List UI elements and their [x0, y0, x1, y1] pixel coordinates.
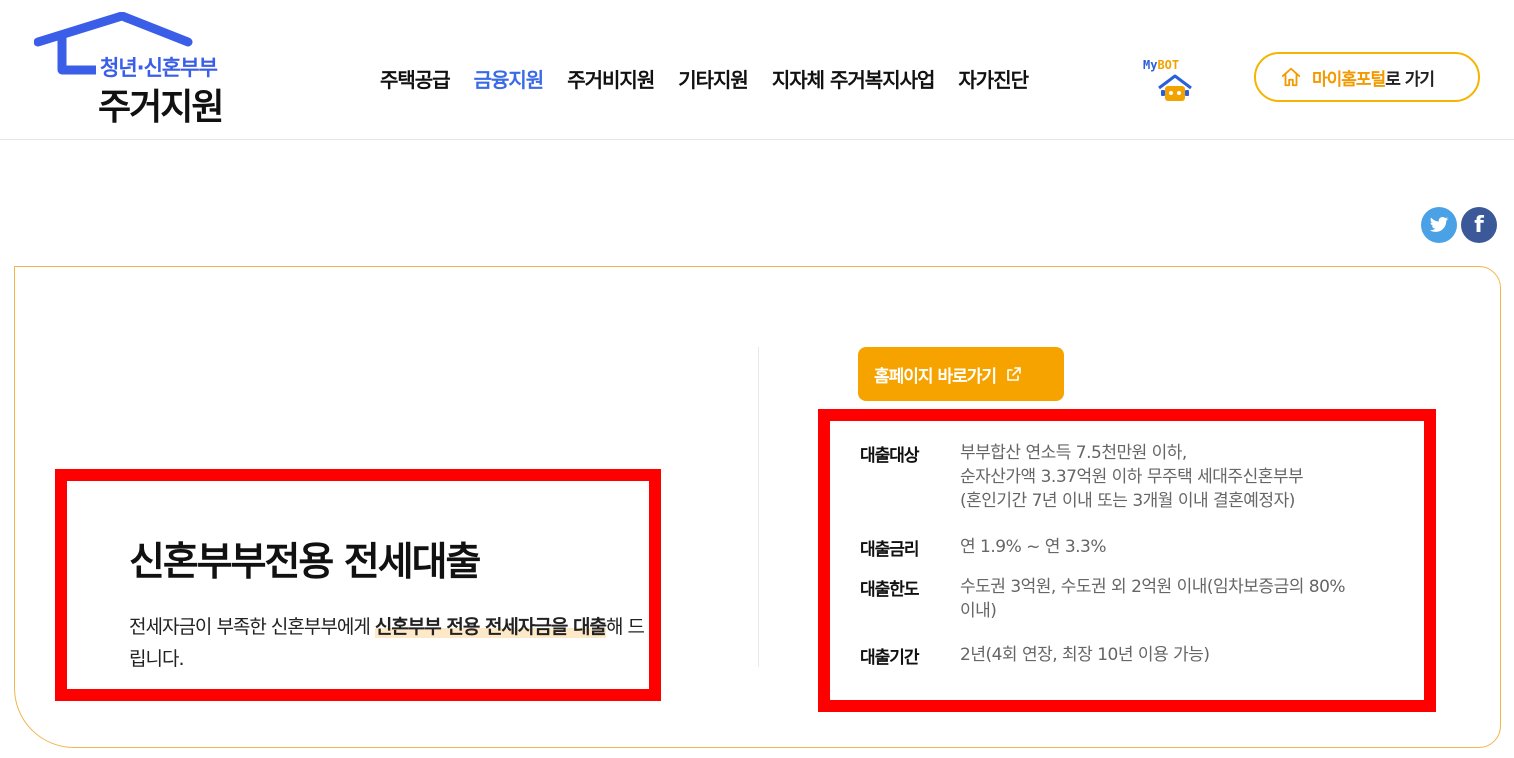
twitter-icon [1429, 217, 1449, 232]
nav-item-housing-cost-support[interactable]: 주거비지원 [567, 64, 655, 93]
info-row-period: 대출기간 2년(4회 연장, 최장 10년 이용 가능) [860, 643, 1410, 668]
info-value: 연 1.9% ~ 연 3.3% [960, 535, 1410, 560]
info-line: 2년(4회 연장, 최장 10년 이용 가능) [960, 645, 1210, 665]
product-description: 전세자금이 부족한 신혼부부에게 신혼부부 전용 전세자금을 대출해 드립니다. [129, 611, 659, 675]
myhome-portal-button[interactable]: 마이홈포털 로 가기 [1254, 52, 1480, 102]
info-row-limit: 대출한도 수도권 3억원, 수도권 외 2억원 이내(임차보증금의 80% 이내… [860, 575, 1410, 623]
main-nav: 주택공급 금융지원 주거비지원 기타지원 지자체 주거복지사업 자가진단 [380, 64, 1029, 93]
info-line: (혼인기간 7년 이내 또는 3개월 이내 결혼예정자) [960, 491, 1295, 511]
facebook-share-button[interactable]: f [1461, 207, 1497, 243]
facebook-icon: f [1474, 212, 1484, 238]
mybot-label: MyBOT [1143, 58, 1179, 72]
portal-suffix: 로 가기 [1385, 69, 1435, 90]
card-divider [758, 347, 759, 667]
desc-prefix: 전세자금이 부족한 신혼부부에게 [129, 616, 375, 638]
mybot-label-bot: BOT [1157, 58, 1180, 72]
loan-info-highlight: 대출대상 부부합산 연소득 7.5천만원 이하, 순자산가액 3.37억원 이하… [818, 409, 1436, 712]
nav-item-self-diagnosis[interactable]: 자가진단 [958, 64, 1029, 93]
info-label: 대출기간 [860, 648, 920, 668]
info-label: 대출한도 [860, 580, 920, 600]
info-label: 대출대상 [860, 446, 920, 466]
twitter-share-button[interactable] [1421, 207, 1457, 243]
info-row-rate: 대출금리 연 1.9% ~ 연 3.3% [860, 535, 1410, 560]
site-logo[interactable]: 청년·신혼부부 주거지원 [34, 12, 234, 128]
portal-name: 마이홈포털 [1312, 69, 1386, 90]
nav-item-local-welfare[interactable]: 지자체 주거복지사업 [772, 64, 936, 93]
mybot-button[interactable]: MyBOT [1143, 58, 1207, 104]
info-line: 부부합산 연소득 7.5천만원 이하, [960, 443, 1187, 463]
product-title: 신혼부부전용 전세대출 [129, 540, 481, 585]
product-card: 신혼부부전용 전세대출 전세자금이 부족한 신혼부부에게 신혼부부 전용 전세자… [14, 266, 1501, 748]
info-line: 이내) [960, 601, 997, 621]
nav-item-financial-support[interactable]: 금융지원 [474, 64, 545, 93]
logo-title: 주거지원 [98, 87, 224, 128]
robot-house-icon [1158, 74, 1192, 101]
external-link-icon [1007, 367, 1021, 381]
info-value: 2년(4회 연장, 최장 10년 이용 가능) [960, 643, 1410, 668]
info-row-target: 대출대상 부부합산 연소득 7.5천만원 이하, 순자산가액 3.37억원 이하… [860, 441, 1410, 513]
homepage-link-label: 홈페이지 바로가기 [874, 366, 997, 387]
info-value: 부부합산 연소득 7.5천만원 이하, 순자산가액 3.37억원 이하 무주택 … [960, 441, 1410, 513]
mybot-label-my: My [1143, 58, 1158, 72]
info-value: 수도권 3억원, 수도권 외 2억원 이내(임차보증금의 80% 이내) [960, 575, 1410, 623]
info-line: 순자산가액 3.37억원 이하 무주택 세대주신혼부부 [960, 467, 1304, 487]
info-line: 수도권 3억원, 수도권 외 2억원 이내(임차보증금의 80% [960, 577, 1346, 597]
homepage-link-button[interactable]: 홈페이지 바로가기 [858, 347, 1064, 401]
share-buttons: f [1421, 207, 1497, 243]
product-summary-highlight: 신혼부부전용 전세대출 전세자금이 부족한 신혼부부에게 신혼부부 전용 전세자… [55, 469, 661, 701]
nav-item-housing-supply[interactable]: 주택공급 [380, 64, 451, 93]
desc-highlight: 신혼부부 전용 전세자금을 대출 [374, 616, 607, 638]
site-header: 청년·신혼부부 주거지원 주택공급 금융지원 주거비지원 기타지원 지자체 주거… [0, 0, 1514, 140]
info-line: 연 1.9% ~ 연 3.3% [960, 537, 1107, 557]
nav-item-other-support[interactable]: 기타지원 [678, 64, 749, 93]
info-label: 대출금리 [860, 540, 920, 560]
home-icon [1281, 67, 1301, 87]
